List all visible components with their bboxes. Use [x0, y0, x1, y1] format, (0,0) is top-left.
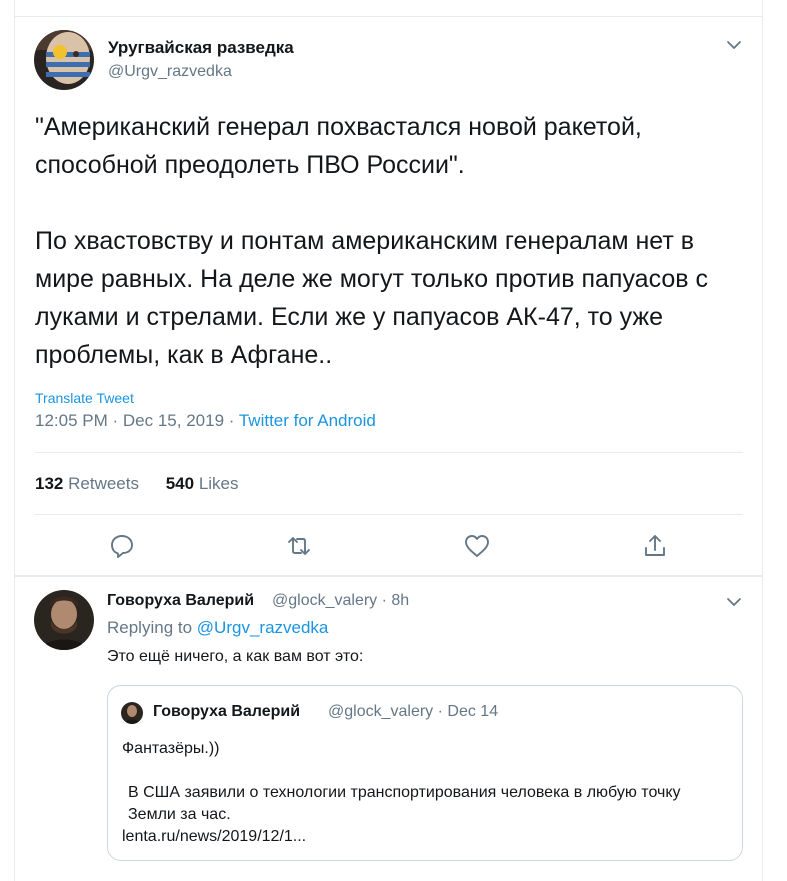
avatar[interactable]	[34, 30, 94, 90]
replying-label: Replying to	[107, 618, 193, 637]
tweet-date[interactable]: Dec 15, 2019	[123, 411, 224, 430]
retweets-label: Retweets	[68, 474, 139, 493]
likes-label: Likes	[198, 474, 239, 493]
meta-separator: ·	[381, 592, 392, 609]
quoted-meta: @glock_valery · Dec 14	[328, 703, 498, 721]
meta-separator: ·	[112, 411, 123, 430]
like-icon[interactable]	[463, 532, 491, 560]
meta-separator: ·	[437, 703, 448, 720]
reply-text: Это ещё ничего, а как вам вот это:	[107, 648, 364, 665]
share-icon[interactable]	[641, 532, 669, 560]
tweet-meta: 12:05 PM · Dec 15, 2019 · Twitter for An…	[35, 411, 376, 431]
tweet-time[interactable]: 12:05 PM	[35, 411, 108, 430]
timeline-border-right	[762, 0, 763, 881]
author-name[interactable]: Уругвайская разведка	[108, 38, 294, 58]
reply-meta: @glock_valery · 8h	[272, 592, 409, 610]
replying-to: Replying to @Urgv_razvedka	[107, 618, 328, 638]
divider	[35, 452, 743, 453]
tweet-text: "Американский генерал похвастался новой …	[35, 108, 755, 374]
chevron-down-icon[interactable]	[726, 40, 742, 50]
tweet-source-link[interactable]: Twitter for Android	[239, 411, 376, 430]
reply-author-handle[interactable]: @glock_valery	[272, 592, 377, 609]
timeline-border-top	[14, 16, 763, 17]
translate-tweet-link[interactable]: Translate Tweet	[35, 390, 134, 406]
retweets-stat[interactable]: 132 Retweets	[35, 474, 139, 493]
section-divider	[15, 575, 762, 577]
quoted-author-handle: @glock_valery	[328, 703, 434, 720]
quoted-author-name: Говоруха Валерий	[153, 703, 301, 720]
tweet-stats: 132 Retweets 540 Likes	[35, 474, 239, 494]
likes-stat[interactable]: 540 Likes	[166, 474, 239, 493]
reply-time[interactable]: 8h	[391, 592, 409, 609]
tweet-paragraph: По хвастовству и понтам американским ген…	[35, 227, 708, 369]
meta-separator: ·	[228, 411, 239, 430]
quoted-line: В США заявили о технологии транспортиров…	[128, 784, 681, 823]
quoted-tweet-card[interactable]: Говоруха Валерий @glock_valery · Dec 14 …	[107, 685, 743, 861]
reply-icon[interactable]	[108, 532, 136, 560]
avatar	[121, 702, 143, 724]
divider	[35, 514, 743, 515]
quoted-date: Dec 14	[447, 703, 499, 720]
quoted-line: Фантазёры.))	[122, 740, 220, 757]
reply-author-name[interactable]: Говоруха Валерий	[107, 592, 254, 610]
quoted-text: Фантазёры.)) В США заявили о технологии …	[122, 738, 732, 848]
author-handle[interactable]: @Urgv_razvedka	[108, 63, 232, 81]
replying-to-handle[interactable]: @Urgv_razvedka	[197, 618, 329, 637]
likes-count: 540	[165, 474, 195, 493]
avatar[interactable]	[34, 590, 94, 650]
retweet-icon[interactable]	[285, 532, 313, 560]
tweet-paragraph: "Американский генерал похвастался новой …	[35, 113, 642, 179]
chevron-down-icon[interactable]	[726, 597, 742, 607]
retweets-count: 132	[35, 474, 64, 493]
quoted-link: lenta.ru/news/2019/12/1...	[122, 828, 307, 845]
timeline-border-left	[14, 0, 15, 881]
